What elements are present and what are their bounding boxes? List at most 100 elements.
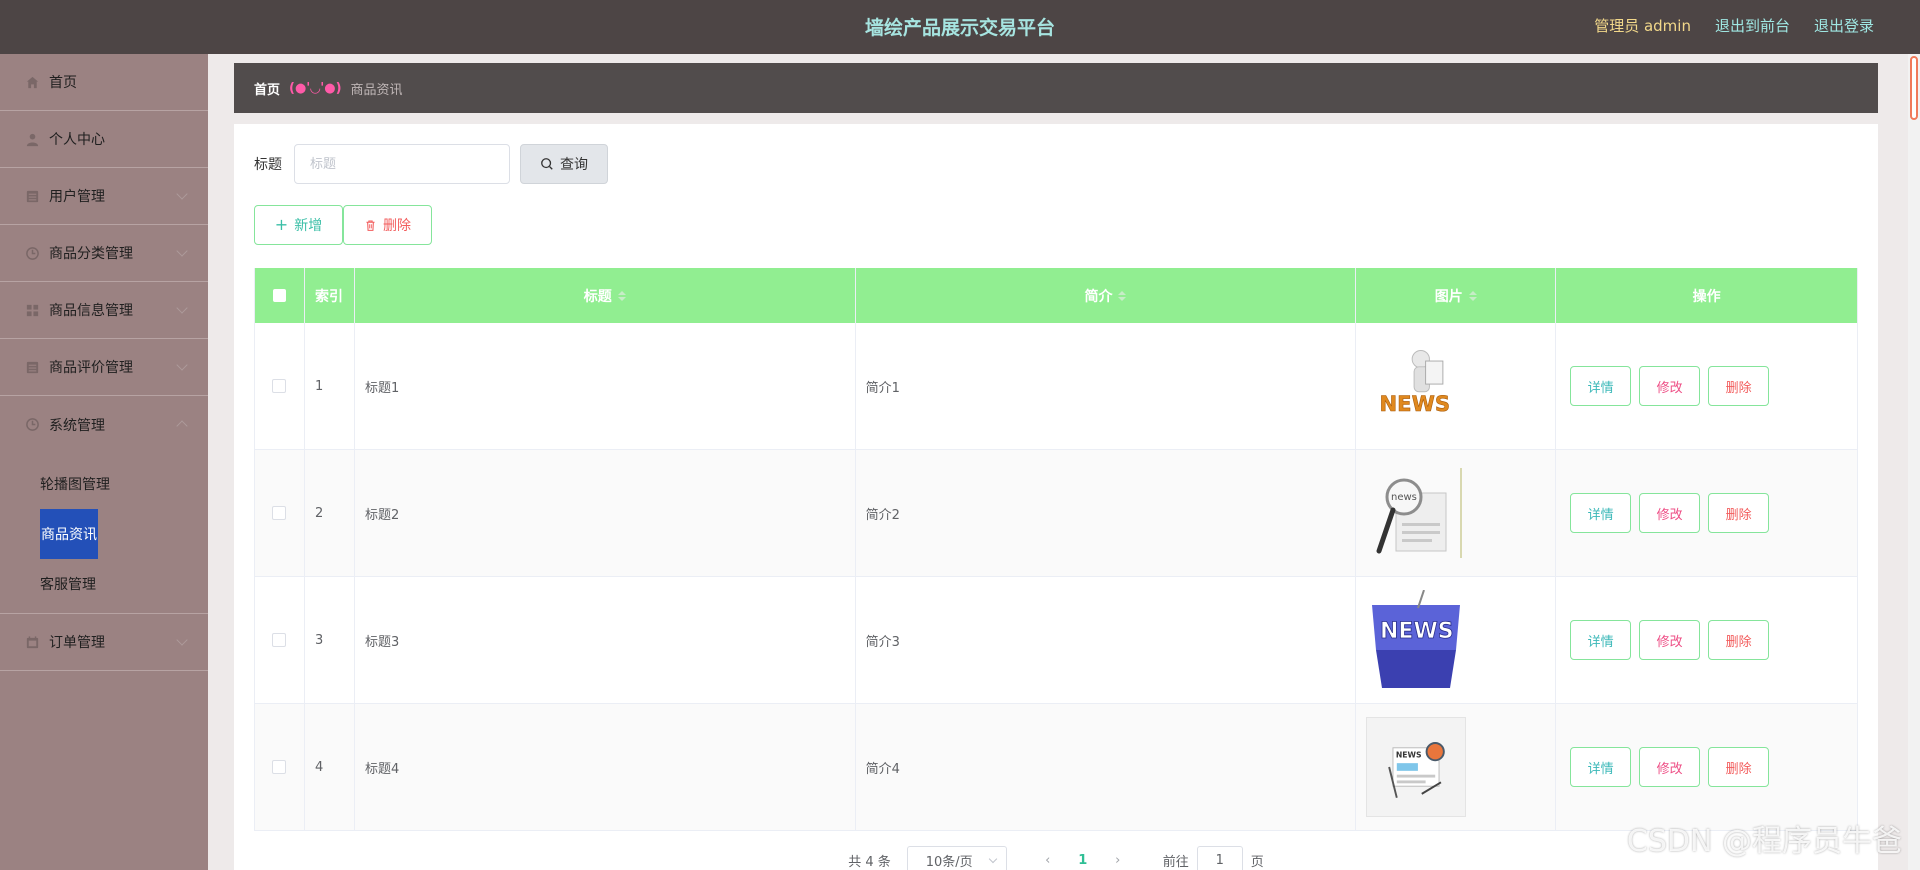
edit-button[interactable]: 修改 bbox=[1639, 620, 1701, 660]
sidebar-item-review-management[interactable]: 商品评价管理 bbox=[0, 339, 208, 396]
actions-cell: 详情 修改 删除 bbox=[1556, 450, 1858, 576]
row-checkbox[interactable] bbox=[272, 760, 287, 774]
column-header-intro[interactable]: 简介 bbox=[856, 268, 1357, 323]
sort-icon[interactable] bbox=[617, 290, 626, 301]
edit-button[interactable]: 修改 bbox=[1639, 366, 1701, 406]
page-size-select[interactable]: 10条/页 bbox=[906, 846, 1007, 870]
goto-page: 前往 页 bbox=[1163, 846, 1264, 870]
detail-button[interactable]: 详情 bbox=[1570, 493, 1632, 533]
logout-link[interactable]: 退出登录 bbox=[1814, 15, 1874, 36]
column-label: 索引 bbox=[314, 288, 343, 305]
main-content: 首页 (●'◡'●) 商品资讯 标题 查询 + 新增 删除 bbox=[208, 54, 1908, 870]
delete-button[interactable]: 删除 bbox=[1708, 366, 1770, 406]
home-icon bbox=[24, 74, 40, 90]
scrollbar-thumb[interactable] bbox=[1910, 56, 1918, 120]
goto-page-input[interactable] bbox=[1196, 846, 1243, 870]
delete-button[interactable]: 删除 bbox=[1708, 493, 1770, 533]
sidebar-item-category-management[interactable]: 商品分类管理 bbox=[0, 225, 208, 282]
column-header-title[interactable]: 标题 bbox=[355, 268, 856, 323]
row-select-cell bbox=[255, 323, 305, 449]
column-label: 操作 bbox=[1692, 288, 1721, 305]
column-header-image[interactable]: 图片 bbox=[1356, 268, 1557, 323]
sidebar-item-order-management[interactable]: 订单管理 bbox=[0, 614, 208, 671]
toolbar: + 新增 删除 bbox=[254, 205, 432, 245]
news-thumbnail: NEWS bbox=[1366, 336, 1466, 436]
column-label: 标题 bbox=[583, 288, 612, 305]
image-cell: NEWS bbox=[1356, 323, 1557, 449]
sidebar-item-personal-center[interactable]: 个人中心 bbox=[0, 111, 208, 168]
chevron-down-icon bbox=[176, 245, 188, 257]
search-button[interactable]: 查询 bbox=[520, 144, 608, 184]
sidebar-item-label: 系统管理 bbox=[49, 417, 105, 434]
news-panel: 标题 查询 + 新增 删除 索引 标题 简介 图片 bbox=[234, 124, 1878, 870]
sidebar-item-system-management[interactable]: 系统管理 bbox=[0, 396, 208, 453]
add-button[interactable]: + 新增 bbox=[254, 205, 343, 245]
index-cell: 2 bbox=[305, 450, 355, 576]
row-checkbox[interactable] bbox=[272, 506, 287, 520]
prev-page-icon[interactable]: ‹ bbox=[1033, 853, 1063, 868]
delete-button[interactable]: 删除 bbox=[1708, 620, 1770, 660]
goto-suffix: 页 bbox=[1250, 854, 1264, 870]
select-all-checkbox[interactable] bbox=[272, 289, 286, 302]
sidebar-subitem-carousel[interactable]: 轮播图管理 bbox=[0, 459, 208, 509]
edit-button[interactable]: 修改 bbox=[1639, 747, 1701, 787]
search-button-label: 查询 bbox=[560, 157, 588, 173]
image-cell: NEWS bbox=[1356, 704, 1557, 830]
row-checkbox[interactable] bbox=[272, 379, 287, 393]
table-row: 3 标题3 简介3 NEWS 详情 修改 删除 bbox=[255, 577, 1858, 704]
sort-icon[interactable] bbox=[1468, 290, 1477, 301]
user-icon bbox=[24, 131, 40, 147]
detail-button[interactable]: 详情 bbox=[1570, 366, 1632, 406]
detail-button[interactable]: 详情 bbox=[1570, 747, 1632, 787]
list-icon bbox=[24, 359, 40, 375]
chevron-down-icon bbox=[176, 634, 188, 646]
title-cell: 标题1 bbox=[355, 323, 856, 449]
breadcrumb-home[interactable]: 首页 bbox=[254, 79, 280, 98]
title-search-input[interactable] bbox=[294, 144, 510, 184]
pagination: 共 4 条 10条/页 ‹ 1 › 前往 页 bbox=[234, 846, 1878, 870]
svg-text:news: news bbox=[1391, 492, 1417, 503]
news-thumbnail: NEWS bbox=[1366, 717, 1467, 817]
row-checkbox[interactable] bbox=[272, 633, 287, 647]
sidebar-item-user-management[interactable]: 用户管理 bbox=[0, 168, 208, 225]
sidebar-subitem-customer-service[interactable]: 客服管理 bbox=[0, 559, 208, 609]
row-select-cell bbox=[255, 450, 305, 576]
chevron-down-icon bbox=[176, 359, 188, 371]
breadcrumb-current: 商品资讯 bbox=[350, 82, 403, 98]
delete-button[interactable]: 删除 bbox=[1708, 747, 1770, 787]
grid-icon bbox=[24, 302, 40, 318]
page-number[interactable]: 1 bbox=[1063, 853, 1103, 868]
sidebar-item-label: 订单管理 bbox=[49, 635, 105, 651]
batch-delete-button[interactable]: 删除 bbox=[343, 205, 432, 245]
goto-label: 前往 bbox=[1162, 854, 1189, 870]
sidebar-subitem-label: 轮播图管理 bbox=[40, 477, 110, 493]
add-button-label: 新增 bbox=[294, 218, 323, 234]
table-header: 索引 标题 简介 图片 操作 bbox=[255, 268, 1858, 323]
edit-button[interactable]: 修改 bbox=[1639, 493, 1701, 533]
table-row: 2 标题2 简介2 news 详情 修改 删除 bbox=[255, 450, 1858, 577]
sidebar-subitem-label: 商品资讯 bbox=[40, 509, 98, 559]
title-cell: 标题3 bbox=[355, 577, 856, 703]
exit-to-front-link[interactable]: 退出到前台 bbox=[1715, 15, 1790, 36]
column-header-actions: 操作 bbox=[1556, 268, 1858, 323]
next-page-icon[interactable]: › bbox=[1103, 853, 1133, 868]
sidebar-item-label: 个人中心 bbox=[49, 132, 105, 148]
page-scrollbar[interactable] bbox=[1908, 54, 1920, 870]
search-label: 标题 bbox=[254, 157, 282, 173]
sidebar: 首页 个人中心 用户管理 商品分类管理 商品信息管理 商品评价管理 系统管理 轮… bbox=[0, 54, 208, 870]
sidebar-subitem-product-news[interactable]: 商品资讯 bbox=[0, 509, 208, 559]
top-header: 墙绘产品展示交易平台 管理员 admin 退出到前台 退出登录 bbox=[0, 0, 1920, 54]
svg-text:NEWS: NEWS bbox=[1396, 750, 1422, 759]
sort-icon[interactable] bbox=[1118, 290, 1127, 301]
select-all-cell bbox=[255, 268, 305, 323]
sidebar-item-product-info-management[interactable]: 商品信息管理 bbox=[0, 282, 208, 339]
intro-cell: 简介4 bbox=[856, 704, 1357, 830]
clock-icon bbox=[24, 417, 40, 433]
detail-button[interactable]: 详情 bbox=[1570, 620, 1632, 660]
delete-button-label: 删除 bbox=[383, 218, 411, 234]
actions-cell: 详情 修改 删除 bbox=[1556, 577, 1858, 703]
svg-text:NEWS: NEWS bbox=[1380, 619, 1454, 644]
sidebar-item-home[interactable]: 首页 bbox=[0, 54, 208, 111]
image-cell: news bbox=[1356, 450, 1557, 576]
sidebar-subitem-label: 客服管理 bbox=[40, 577, 96, 593]
